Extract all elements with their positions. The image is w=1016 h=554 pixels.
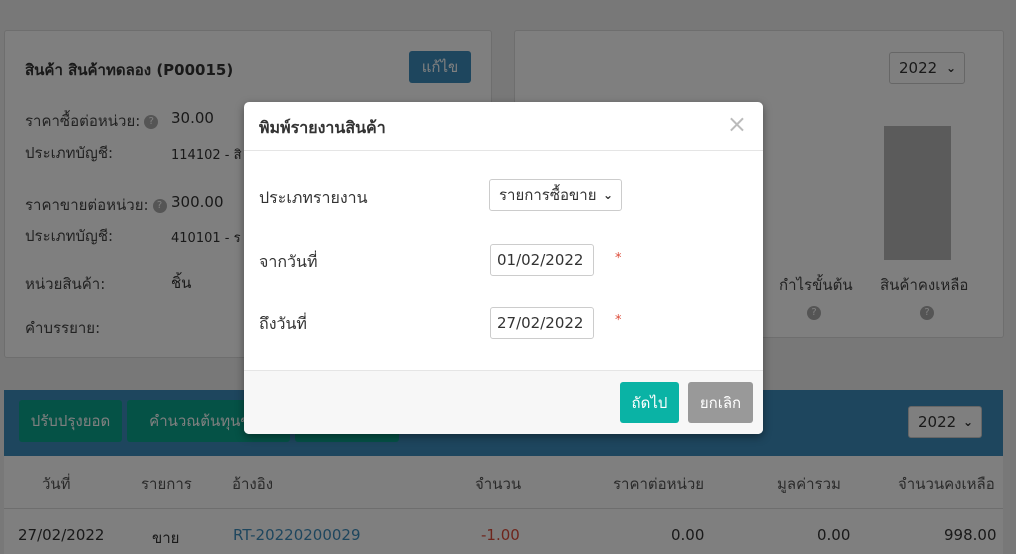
modal-footer: ถัดไป ยกเลิก bbox=[244, 370, 763, 434]
modal-header-divider bbox=[244, 150, 763, 151]
to-date-label: ถึงวันที่ bbox=[259, 314, 307, 333]
report-type-label: ประเภทรายงาน bbox=[259, 188, 368, 207]
modal-footer-divider bbox=[244, 370, 763, 371]
from-date-input[interactable]: 01/02/2022 bbox=[490, 244, 594, 276]
from-date-label: จากวันที่ bbox=[259, 252, 318, 271]
cancel-button[interactable]: ยกเลิก bbox=[688, 382, 753, 423]
report-type-select[interactable]: รายการซื้อขาย ⌄ bbox=[489, 179, 622, 211]
modal-title: พิมพ์รายงานสินค้า bbox=[259, 118, 386, 137]
close-icon[interactable]: × bbox=[727, 110, 747, 138]
required-mark: * bbox=[615, 313, 622, 328]
to-date-input[interactable]: 27/02/2022 bbox=[490, 307, 594, 339]
chevron-down-icon: ⌄ bbox=[602, 188, 613, 202]
next-button[interactable]: ถัดไป bbox=[620, 382, 679, 423]
required-mark: * bbox=[615, 251, 622, 266]
report-type-value: รายการซื้อขาย bbox=[499, 186, 597, 204]
print-report-modal: พิมพ์รายงานสินค้า × ประเภทรายงาน รายการซ… bbox=[244, 102, 763, 434]
